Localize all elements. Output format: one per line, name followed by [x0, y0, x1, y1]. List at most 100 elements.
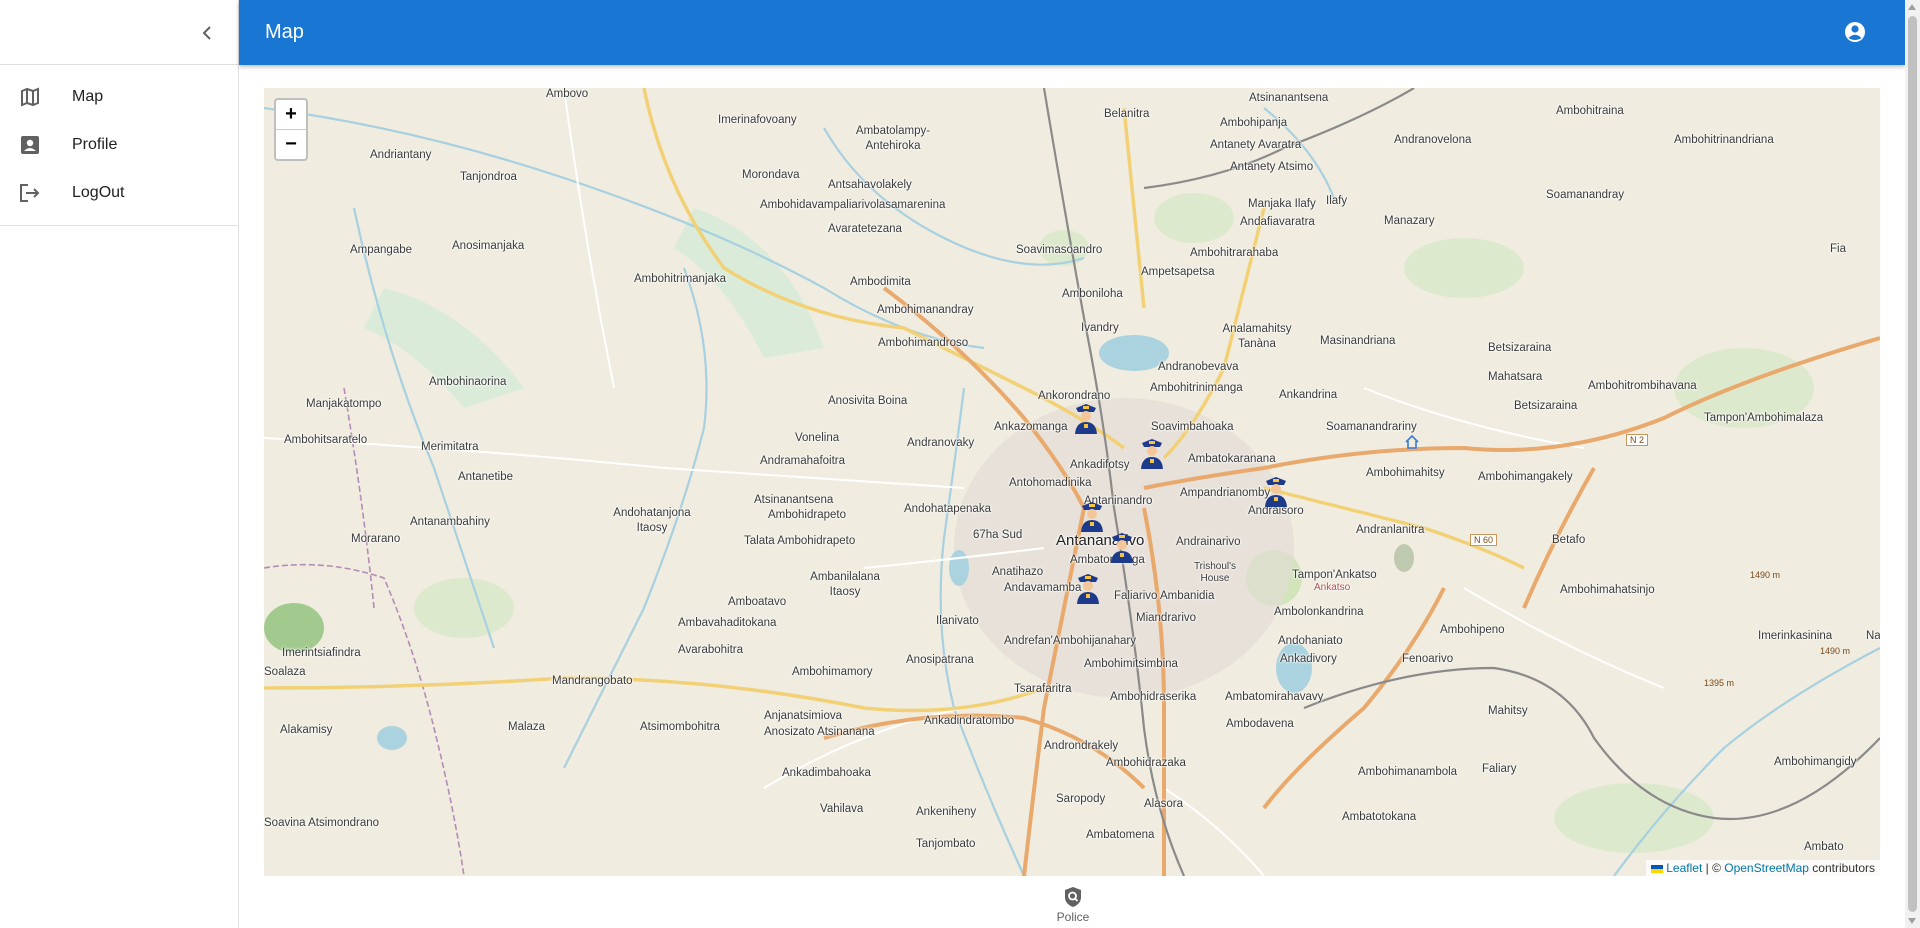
- place-label: Fenoarivo: [1402, 653, 1454, 665]
- road-shield: N 60: [1470, 534, 1498, 546]
- police-officer-icon: [1111, 533, 1133, 563]
- bottom-nav-police[interactable]: Police: [1040, 886, 1106, 926]
- map-attribution: Leaflet | © OpenStreetMap contributors: [1645, 860, 1880, 876]
- place-label: Saropody: [1056, 793, 1106, 805]
- place-label: Morondava: [742, 169, 800, 181]
- place-label: Soavina Atsimondrano: [264, 817, 380, 829]
- place-label: Ambohimamory: [792, 666, 873, 678]
- sidebar-nav: Map Profile LogOut: [0, 65, 238, 226]
- place-label: Andranlanitra: [1356, 524, 1425, 536]
- place-label: Vonelina: [795, 432, 840, 444]
- place-label: Anatihazo: [992, 566, 1044, 578]
- place-label: Alasora: [1144, 798, 1183, 810]
- place-label: Andavamamba: [1004, 582, 1082, 594]
- place-label: Anosivita Boina: [828, 395, 908, 407]
- place-label: Ilafy: [1326, 195, 1348, 207]
- place-label: Betafo: [1552, 534, 1586, 546]
- police-officer-icon: [1265, 477, 1287, 507]
- police-marker[interactable]: [1074, 572, 1102, 604]
- zoom-out-button[interactable]: −: [276, 130, 306, 159]
- police-marker[interactable]: [1262, 475, 1290, 507]
- place-label: Merimitatra: [421, 441, 479, 453]
- scroll-down-arrow-icon[interactable]: [1908, 918, 1916, 924]
- place-label: Soavimbahoaka: [1151, 421, 1234, 433]
- sidebar-item-map[interactable]: Map: [0, 73, 238, 121]
- place-label: Tanjombato: [916, 838, 976, 850]
- sidebar-item-logout[interactable]: LogOut: [0, 169, 238, 217]
- place-label: Ambohimandroso: [878, 337, 969, 349]
- place-label: Andafiavaratra: [1240, 216, 1315, 228]
- place-label: Andrefan'Ambohijanahary: [1004, 635, 1136, 647]
- zoom-in-button[interactable]: +: [276, 100, 306, 130]
- sidebar-item-label: Map: [72, 88, 104, 105]
- account-button[interactable]: [1841, 18, 1869, 46]
- home-marker[interactable]: [1404, 434, 1420, 450]
- elevation-label: 1490 m: [1750, 570, 1781, 580]
- place-label: Mandrangobato: [552, 675, 633, 687]
- map-container[interactable]: Ambovo Atsinanantsena Imerinafovoany Amb…: [264, 88, 1880, 876]
- place-label: Ambohidrapeto: [768, 509, 846, 521]
- place-label: Ambohimanandray: [877, 304, 974, 316]
- place-label: Ankadivory: [1280, 653, 1337, 665]
- leaflet-link[interactable]: Leaflet: [1666, 861, 1702, 875]
- place-label: Ambohitrinandriana: [1674, 134, 1774, 146]
- place-label: Soamanandray: [1546, 189, 1624, 201]
- police-shield-icon: [1065, 887, 1081, 907]
- place-label: Antanety Atsimo: [1230, 161, 1314, 173]
- place-label: Ivandry: [1081, 322, 1119, 334]
- place-label: Atsinanantsena: [754, 494, 834, 506]
- place-label: Ambatokaranana: [1188, 453, 1276, 465]
- place-label: Ankadimbahoaka: [782, 767, 871, 779]
- place-label: Anosimanjaka: [452, 240, 525, 252]
- place-label: 67ha Sud: [973, 529, 1023, 541]
- place-label: Ambohitsaratelo: [284, 434, 368, 446]
- place-label: Ambatolampy-Antehiroka: [855, 125, 931, 152]
- place-label: Betsizaraina: [1488, 342, 1552, 354]
- place-label: Ambovo: [546, 88, 589, 100]
- place-label: Malaza: [508, 721, 546, 733]
- place-label: Ilanivato: [936, 615, 979, 627]
- police-marker[interactable]: [1072, 402, 1100, 434]
- place-label: Ambohitraina: [1556, 105, 1624, 117]
- place-label: Morarano: [351, 533, 401, 545]
- place-label: Tsarafaritra: [1014, 683, 1072, 695]
- scrollbar-thumb[interactable]: [1908, 16, 1917, 912]
- home-icon: [1405, 434, 1419, 449]
- place-label: Androndrakely: [1044, 740, 1119, 752]
- bottom-nav-label: Police: [1056, 910, 1090, 924]
- logout-icon: [18, 181, 42, 205]
- page-scrollbar[interactable]: [1905, 0, 1920, 928]
- place-label: Talata Ambohidrapeto: [744, 535, 856, 547]
- attribution-separator: | ©: [1702, 861, 1725, 875]
- place-label: Ambohidraserika: [1110, 691, 1197, 703]
- place-label: Ampangabe: [350, 244, 413, 256]
- road-shield: N 2: [1626, 434, 1649, 446]
- scroll-up-arrow-icon[interactable]: [1908, 4, 1916, 10]
- place-label: Anosizato Atsinanana: [764, 726, 875, 738]
- police-marker[interactable]: [1108, 531, 1136, 563]
- account-circle-icon: [1845, 22, 1865, 42]
- place-label: Ampandrianomby: [1180, 487, 1271, 499]
- place-label: Ambohimahatsinjo: [1560, 584, 1655, 596]
- place-label: Soalaza: [264, 666, 306, 678]
- place-label: Faliary: [1482, 763, 1517, 775]
- place-label: Belanitra: [1104, 108, 1150, 120]
- place-label: Ambohitrombihavana: [1588, 380, 1697, 392]
- place-label: Ankadindratombo: [924, 715, 1015, 727]
- police-marker[interactable]: [1078, 500, 1106, 532]
- sidebar-item-profile[interactable]: Profile: [0, 121, 238, 169]
- place-label: Manjakatompo: [306, 398, 382, 410]
- place-label: Soamanandrariny: [1326, 421, 1417, 433]
- profile-icon: [18, 133, 42, 157]
- place-label: Andrainarivo: [1176, 536, 1241, 548]
- place-label: Andranovaky: [907, 437, 975, 449]
- sidebar-header: [0, 0, 238, 65]
- osm-link[interactable]: OpenStreetMap: [1724, 861, 1809, 875]
- police-marker[interactable]: [1138, 437, 1166, 469]
- place-label: Analamahitsy Tanàna: [1222, 323, 1292, 350]
- place-label: Ambato: [1804, 841, 1844, 853]
- collapse-sidebar-button[interactable]: [190, 16, 224, 50]
- place-label: Tanjondroa: [460, 171, 517, 183]
- place-label: Imerintsiafindra: [282, 647, 361, 659]
- place-label: Masinandriana: [1320, 335, 1396, 347]
